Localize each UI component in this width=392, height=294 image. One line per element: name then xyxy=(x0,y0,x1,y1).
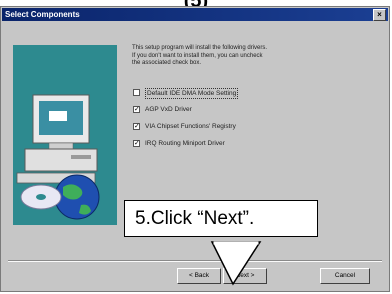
option-label: VIA Chipset Functions' Registry xyxy=(145,123,236,130)
description-line: the associated check box. xyxy=(132,60,202,66)
close-button[interactable]: × xyxy=(373,9,386,21)
cd-disc-icon xyxy=(20,184,62,210)
description-text: This setup program will install the foll… xyxy=(132,45,364,68)
option-label: AGP VxD Driver xyxy=(145,106,192,113)
checkbox-agp-vxd[interactable]: ✓ xyxy=(133,106,140,113)
option-label: IRQ Routing Miniport Driver xyxy=(145,140,225,147)
select-components-dialog: Select Components × This setup program w… xyxy=(0,6,390,292)
checkbox-irq-routing[interactable]: ✓ xyxy=(133,140,140,147)
cancel-button[interactable]: Cancel xyxy=(320,268,370,284)
checkbox-ide-dma[interactable] xyxy=(133,89,140,96)
description-line: This setup program will install the foll… xyxy=(132,45,268,51)
instruction-callout: 5.Click “Next”. xyxy=(124,200,318,237)
globe-icon xyxy=(54,174,100,220)
button-separator xyxy=(8,260,382,262)
checkbox-via-registry[interactable]: ✓ xyxy=(133,123,140,130)
title-bar: Select Components × xyxy=(2,8,388,21)
option-label: Default IDE DMA Mode Setting xyxy=(145,88,239,99)
back-button[interactable]: < Back xyxy=(177,268,221,284)
setup-illustration xyxy=(13,45,117,225)
next-button[interactable]: Next > xyxy=(223,268,267,284)
window-title: Select Components xyxy=(5,10,80,19)
description-line: If you don't want to install them, you c… xyxy=(132,52,263,59)
